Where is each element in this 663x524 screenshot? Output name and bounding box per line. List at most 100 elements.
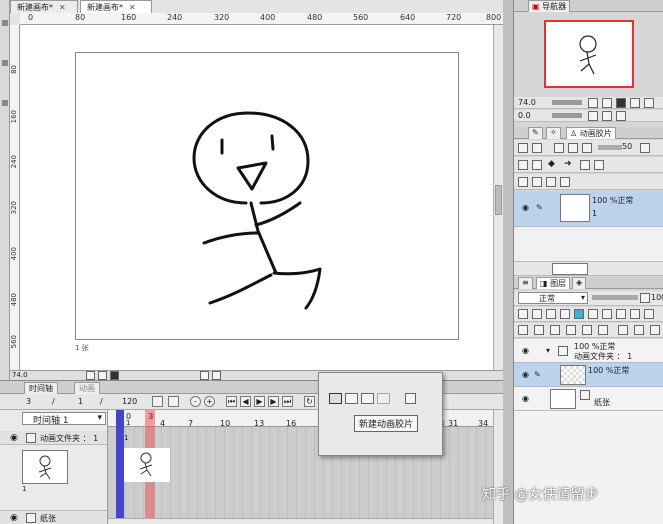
arrow-right-icon[interactable]: ➜: [564, 159, 572, 169]
zoom-out-icon[interactable]: [86, 371, 95, 380]
rotate-left-icon[interactable]: [588, 111, 598, 121]
tool-icon[interactable]: [2, 60, 8, 66]
canvas-vertical-scrollbar[interactable]: [493, 25, 503, 370]
layer-icon[interactable]: [602, 309, 612, 319]
onion-skin-icon[interactable]: [518, 143, 528, 153]
actual-size-icon[interactable]: [630, 98, 640, 108]
layer-icon[interactable]: [518, 325, 528, 335]
eye-icon[interactable]: ◉: [10, 433, 18, 443]
new-timeline-icon[interactable]: [152, 396, 163, 407]
tab-tool-property[interactable]: ✎: [528, 127, 543, 139]
cel-specify-icon[interactable]: [361, 393, 374, 404]
scrollbar-thumb[interactable]: [495, 185, 502, 215]
loop-icon[interactable]: ↻: [304, 396, 315, 407]
stepper-icon[interactable]: [640, 293, 650, 303]
opacity-value[interactable]: 50: [622, 142, 632, 151]
drawing-paper[interactable]: [75, 52, 459, 340]
zoom-readout[interactable]: 74.0: [12, 371, 28, 379]
opacity-slider[interactable]: [598, 145, 622, 150]
layer-icon[interactable]: [644, 309, 654, 319]
layer-folder-row[interactable]: ◉ ▾ 100 %正常 动画文件夹 ： 1: [514, 339, 663, 363]
zoom-in-icon[interactable]: [602, 98, 612, 108]
tab-animation[interactable]: 动画: [74, 382, 100, 394]
prev-frame-icon[interactable]: ◀: [240, 396, 251, 407]
tab-brush-size[interactable]: ✧: [546, 127, 561, 139]
lock-icon[interactable]: [532, 177, 542, 187]
rotate-right-icon[interactable]: [602, 111, 612, 121]
end-frame[interactable]: 120: [122, 397, 137, 406]
cel-icon[interactable]: [580, 160, 590, 170]
layer-icon[interactable]: [550, 325, 560, 335]
cel-icon[interactable]: [594, 160, 604, 170]
fit-icon[interactable]: [110, 371, 119, 380]
new-cel-icon[interactable]: [532, 160, 542, 170]
cel-icon[interactable]: [518, 177, 528, 187]
zoom-readout[interactable]: 74.0: [518, 98, 536, 107]
light-table-icon[interactable]: [532, 143, 542, 153]
layer-icon[interactable]: [598, 325, 608, 335]
next-frame-icon[interactable]: ▶: [268, 396, 279, 407]
timeline-vertical-scrollbar[interactable]: [493, 410, 503, 524]
cel-icon[interactable]: [554, 143, 564, 153]
stepper-icon[interactable]: [640, 143, 650, 153]
work-area-start[interactable]: [116, 410, 124, 518]
timeline-horizontal-scrollbar[interactable]: [108, 518, 493, 524]
paper-track[interactable]: ◉ 纸张: [0, 510, 107, 524]
layer-paper-row[interactable]: ◉ 纸张: [514, 387, 663, 411]
layer-icon[interactable]: [588, 309, 598, 319]
timeline-dropdown[interactable]: 时间轴 1 ▾: [22, 412, 106, 426]
arrow-left-icon[interactable]: ◆: [548, 159, 555, 169]
flip-icon[interactable]: [644, 98, 654, 108]
layer-icon[interactable]: [534, 325, 544, 335]
tab-animation-cel[interactable]: ♙ 动画胶片: [566, 127, 616, 139]
layer-icon[interactable]: [518, 309, 528, 319]
angle-slider[interactable]: [552, 113, 582, 118]
play-icon[interactable]: ▶: [254, 396, 265, 407]
animcel-layer-row[interactable]: ◉ ✎ 100 %正常 1: [514, 191, 663, 227]
eye-icon[interactable]: ◉: [522, 203, 529, 212]
cel-delete-icon[interactable]: [377, 393, 390, 404]
angle-readout[interactable]: 0.0: [518, 111, 531, 120]
layer-icon[interactable]: [560, 309, 570, 319]
layer-icon[interactable]: [634, 325, 644, 335]
tab-navigator[interactable]: ▣ 导航器: [528, 0, 571, 12]
cel-icon[interactable]: [560, 177, 570, 187]
delete-layer-icon[interactable]: [650, 325, 660, 335]
new-cel-icon[interactable]: [518, 160, 528, 170]
new-cel-icon[interactable]: [329, 393, 342, 404]
tab-extra[interactable]: ◈: [572, 277, 587, 289]
opacity-value[interactable]: 100: [651, 293, 663, 302]
zoom-slider[interactable]: [552, 100, 582, 105]
canvas-viewport[interactable]: 1 张: [20, 25, 493, 370]
opacity-slider[interactable]: [592, 295, 638, 300]
rotate-left-icon[interactable]: [200, 371, 209, 380]
tab-timeline[interactable]: 时间轴: [24, 382, 58, 394]
document-tab-1[interactable]: 新建画布* ✕: [10, 0, 78, 13]
cel-icon[interactable]: [582, 143, 592, 153]
zoom-out-icon[interactable]: [588, 98, 598, 108]
zoom-out-icon[interactable]: -: [190, 396, 201, 407]
cel-settings-icon[interactable]: [405, 393, 416, 404]
layer-icon[interactable]: [616, 309, 626, 319]
tab-layer-property[interactable]: ≡: [518, 277, 533, 289]
tool-icon[interactable]: [2, 100, 8, 106]
current-frame[interactable]: 3: [26, 397, 31, 406]
layer-icon[interactable]: [618, 325, 628, 335]
zoom-in-icon[interactable]: +: [204, 396, 215, 407]
navigator-preview[interactable]: [544, 20, 634, 88]
timeline-settings-icon[interactable]: [168, 396, 179, 407]
reset-rotation-icon[interactable]: [616, 111, 626, 121]
eye-icon[interactable]: ◉: [522, 394, 529, 403]
tab-layer[interactable]: ◨ 图层: [536, 277, 571, 289]
layer-cel-row[interactable]: ◉ ✎ 100 %正常: [514, 363, 663, 387]
blend-mode-select[interactable]: 正常 ▾: [518, 292, 588, 304]
tool-icon[interactable]: [2, 20, 8, 26]
cel-icon[interactable]: [546, 177, 556, 187]
eye-icon[interactable]: ◉: [522, 346, 529, 355]
rotate-right-icon[interactable]: [212, 371, 221, 380]
eye-icon[interactable]: ◉: [10, 513, 18, 523]
zoom-in-icon[interactable]: [98, 371, 107, 380]
close-icon[interactable]: ✕: [129, 3, 136, 12]
cel-thumbnail[interactable]: [22, 450, 68, 484]
new-cel-after-icon[interactable]: [345, 393, 358, 404]
